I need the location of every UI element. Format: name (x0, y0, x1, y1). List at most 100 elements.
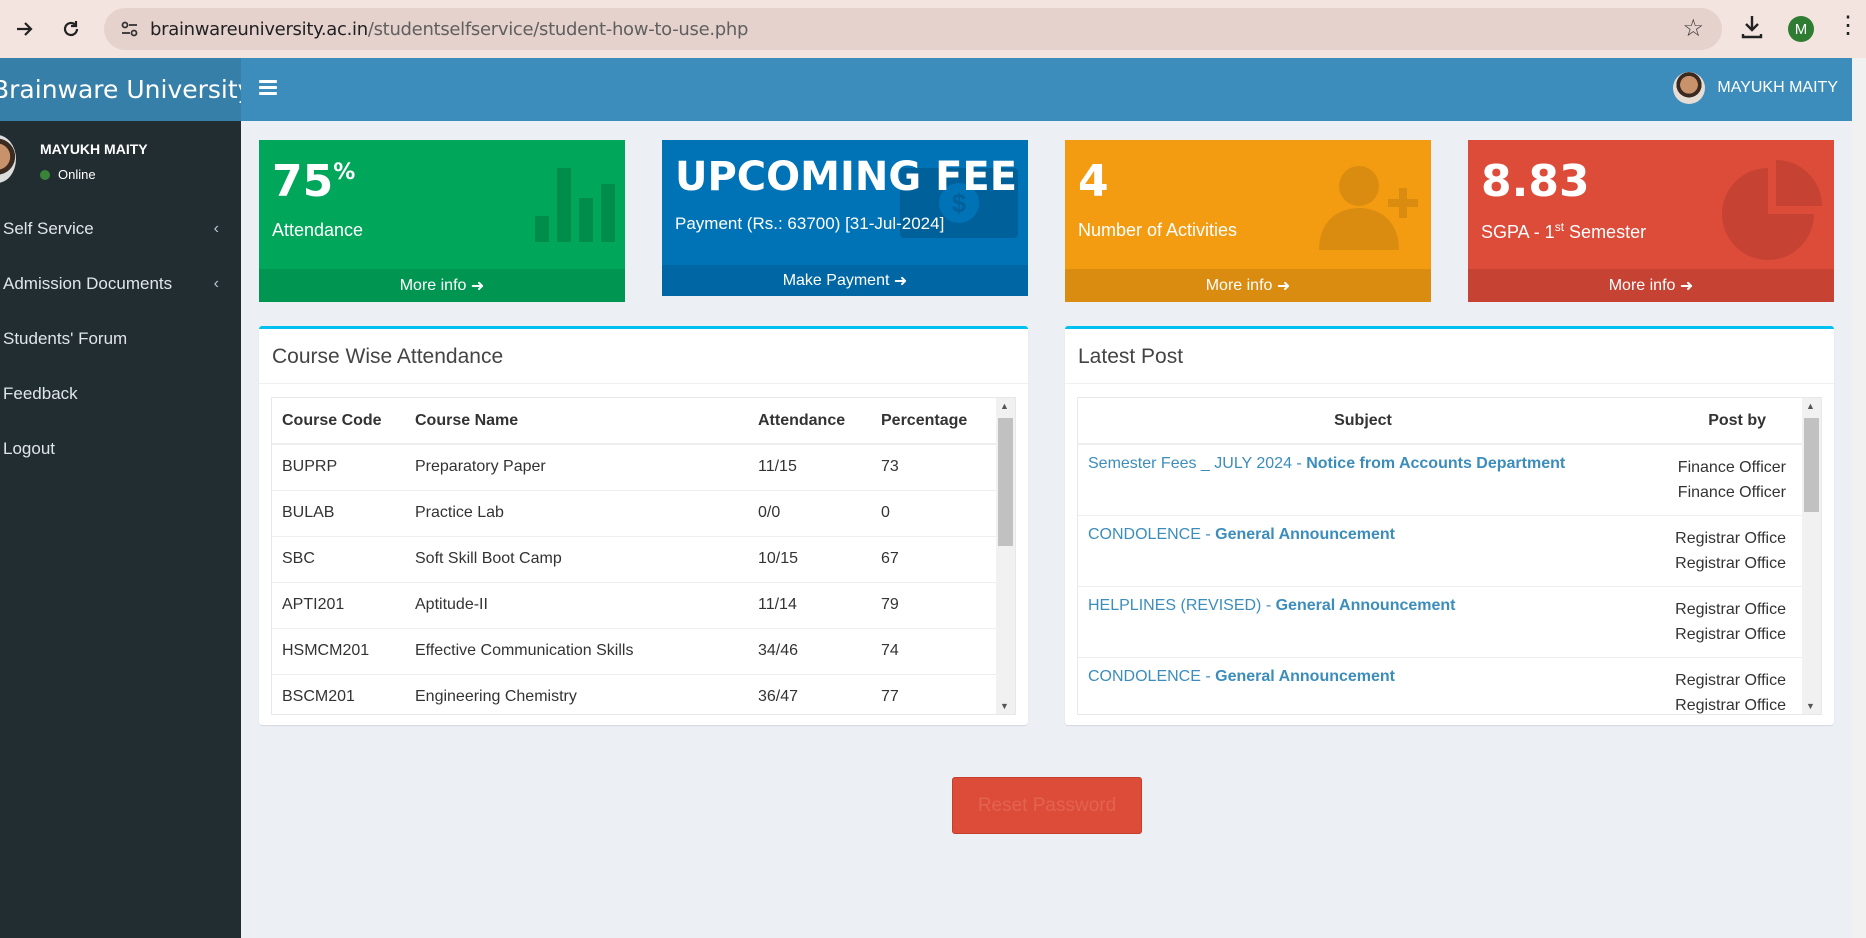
bookmark-star-icon[interactable]: ☆ (1682, 14, 1704, 43)
column-header[interactable]: Subject (1078, 398, 1648, 445)
reset-password-button[interactable]: Reset Password (952, 777, 1142, 834)
attendance-label: Attendance (272, 220, 364, 240)
browser-toolbar: brainwareuniversity.ac.in/studentselfser… (0, 0, 1866, 58)
upcoming-fee-box: $ UPCOMING FEE Payment (Rs.: 63700) [31-… (662, 140, 1028, 296)
attendance-count: 34/46 (748, 627, 871, 674)
make-payment-link[interactable]: Make Payment ➜ (662, 265, 1028, 296)
sidebar-item-label: Feedback (3, 383, 78, 403)
attendance-count: 11/14 (748, 581, 871, 628)
attendance-count: 11/15 (748, 443, 871, 490)
sidebar-user-name: MAYUKH MAITY (40, 141, 148, 157)
profile-avatar[interactable]: M (1788, 16, 1814, 42)
course-code: BUPRP (272, 443, 405, 490)
column-header[interactable]: Course Name (405, 398, 748, 445)
table-row: SBC Soft Skill Boot Camp 10/15 67 (272, 535, 998, 582)
sgpa-box: 8.83 SGPA - 1st Semester More info ➜ (1468, 140, 1834, 302)
download-icon[interactable] (1740, 14, 1764, 45)
status-text: Online (58, 167, 96, 182)
table-header-row: Course Code Course Name Attendance Perce… (272, 398, 998, 445)
post-by: Registrar Office Registrar Office (1648, 514, 1804, 586)
table-row: BUPRP Preparatory Paper 11/15 73 (272, 443, 998, 490)
scroll-up-icon[interactable]: ▲ (1806, 401, 1815, 411)
column-header[interactable]: Attendance (748, 398, 871, 445)
attendance-more-info-link[interactable]: More info ➜ (259, 269, 625, 302)
sidebar-item-feedback[interactable]: Feedback (0, 366, 241, 421)
user-plus-icon (1319, 166, 1418, 250)
header-user-name: MAYUKH MAITY (1717, 79, 1838, 96)
sidebar-item-label: Students' Forum (3, 328, 128, 348)
column-header[interactable]: Course Code (272, 398, 405, 445)
post-by: Registrar Office Registrar Office (1648, 585, 1804, 657)
logo[interactable]: Brainware University (0, 58, 241, 121)
scrollbar-thumb[interactable] (1804, 418, 1819, 512)
course-attendance-table-container[interactable]: Course Code Course Name Attendance Perce… (271, 397, 1016, 715)
upcoming-fee-amount: Payment (Rs.: 63700) [31-Jul-2024] (675, 214, 945, 233)
reload-icon[interactable] (56, 14, 86, 44)
post-subject-link[interactable]: Semester Fees _ JULY 2024 - Notice from … (1078, 443, 1648, 515)
status-badge: Online (40, 167, 96, 182)
user-panel: MAYUKH MAITY Online (0, 135, 241, 189)
main-header: MAYUKH MAITY (241, 58, 1852, 121)
table-row: CONDOLENCE - General Announcement Regist… (1078, 656, 1804, 714)
sidebar-menu: Self Service ‹ Admission Documents ‹ Stude… (0, 201, 241, 476)
forward-icon[interactable] (10, 14, 40, 44)
scrollbar-thumb[interactable] (998, 418, 1013, 546)
site-settings-icon[interactable] (118, 17, 142, 41)
chevron-left-icon: ‹ (213, 219, 219, 237)
post-subject-link[interactable]: HELPLINES (REVISED) - General Announceme… (1078, 585, 1648, 657)
attendance-percentage: 0 (871, 489, 998, 536)
course-name: Effective Communication Skills (405, 627, 748, 674)
sidebar-item-label: Admission Documents (3, 273, 173, 293)
course-attendance-table: Course Code Course Name Attendance Perce… (272, 398, 998, 714)
sidebar-avatar (0, 135, 16, 183)
attendance-percentage: 67 (871, 535, 998, 582)
arrow-circle-right-icon: ➜ (893, 272, 908, 290)
scroll-down-icon[interactable]: ▼ (1000, 701, 1009, 711)
sidebar-toggle-icon[interactable] (259, 80, 277, 95)
post-subject-link[interactable]: CONDOLENCE - General Announcement (1078, 514, 1648, 586)
sidebar-item-students-forum[interactable]: Students' Forum (0, 311, 241, 366)
sidebar-item-admission-documents[interactable]: Admission Documents ‹ (0, 256, 241, 311)
sgpa-more-info-link[interactable]: More info ➜ (1468, 269, 1834, 302)
scroll-down-icon[interactable]: ▼ (1806, 701, 1815, 711)
upcoming-fee-title: UPCOMING FEE (675, 154, 1018, 200)
course-name: Aptitude-II (405, 581, 748, 628)
url-domain: brainwareuniversity.ac.in (150, 19, 368, 40)
attendance-percentage: 73 (871, 443, 998, 490)
column-header[interactable]: Post by (1648, 398, 1804, 445)
chevron-left-icon: ‹ (213, 274, 219, 292)
course-code: BSCM201 (272, 673, 405, 714)
sidebar: MAYUKH MAITY Online Self Service ‹ Admiss… (0, 121, 241, 938)
column-header[interactable]: Percentage (871, 398, 998, 445)
scroll-up-icon[interactable]: ▲ (1000, 401, 1009, 411)
activities-more-info-link[interactable]: More info ➜ (1065, 269, 1431, 302)
sidebar-item-label: Logout (3, 438, 55, 458)
address-bar[interactable]: brainwareuniversity.ac.in/studentselfser… (104, 8, 1722, 50)
table-scrollbar[interactable]: ▲ ▼ (1802, 398, 1821, 714)
table-row: BULAB Practice Lab 0/0 0 (272, 489, 998, 536)
latest-post-table-container[interactable]: Subject Post by Semester Fees _ JULY 202… (1077, 397, 1822, 715)
attendance-percentage: 74 (871, 627, 998, 674)
sgpa-label: SGPA - 1st Semester (1481, 220, 1647, 242)
activities-label: Number of Activities (1078, 220, 1238, 240)
panel-title: Latest Post (1078, 345, 1184, 368)
course-name: Practice Lab (405, 489, 748, 536)
table-scrollbar[interactable]: ▲ ▼ (996, 398, 1015, 714)
page-scrollbar[interactable] (1852, 58, 1866, 938)
sidebar-item-self-service[interactable]: Self Service ‹ (0, 201, 241, 256)
browser-menu-icon[interactable]: ⋮ (1836, 14, 1860, 38)
user-menu[interactable]: MAYUKH MAITY (1673, 72, 1838, 104)
panel-title: Course Wise Attendance (272, 345, 504, 368)
course-attendance-panel: Course Wise Attendance Course Code Cours… (259, 326, 1028, 725)
divider (1065, 383, 1834, 384)
latest-post-panel: Latest Post Subject Post by Semester Fee… (1065, 326, 1834, 725)
course-name: Soft Skill Boot Camp (405, 535, 748, 582)
course-code: HSMCM201 (272, 627, 405, 674)
table-row: APTI201 Aptitude-II 11/14 79 (272, 581, 998, 628)
course-name: Preparatory Paper (405, 443, 748, 490)
sidebar-item-logout[interactable]: Logout (0, 421, 241, 476)
attendance-count: 36/47 (748, 673, 871, 714)
attendance-percentage: 79 (871, 581, 998, 628)
post-subject-link[interactable]: CONDOLENCE - General Announcement (1078, 656, 1648, 714)
table-row: BSCM201 Engineering Chemistry 36/47 77 (272, 673, 998, 714)
